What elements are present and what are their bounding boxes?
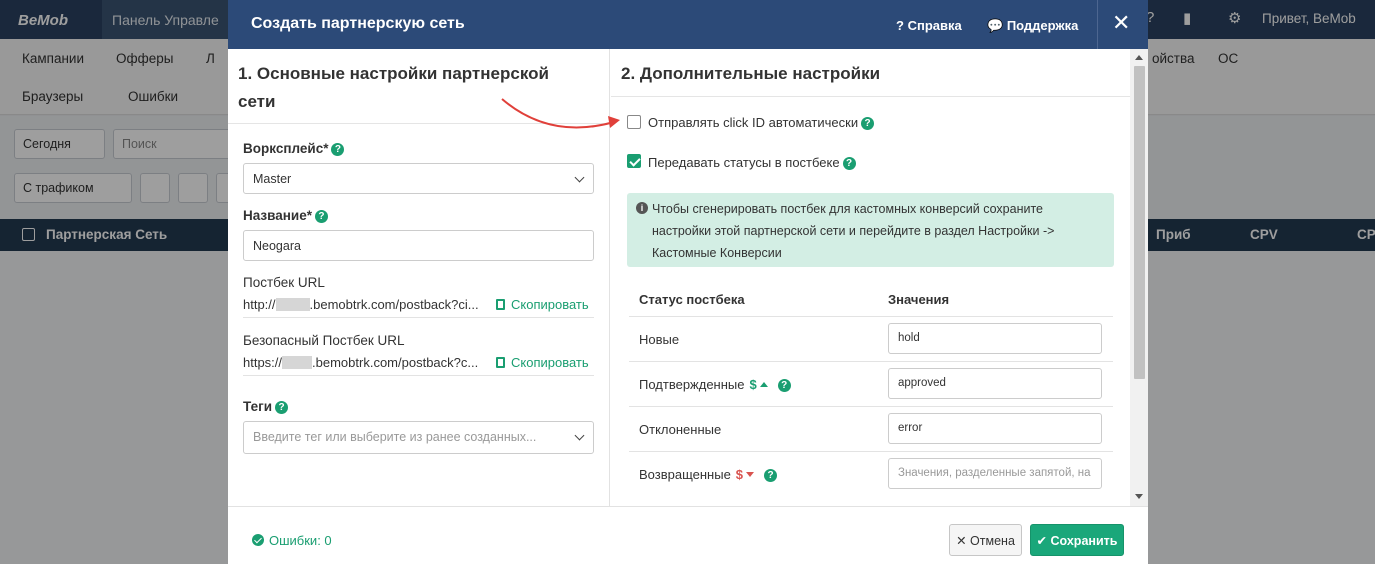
arrow-down-icon <box>746 472 755 477</box>
header-divider <box>1097 0 1098 49</box>
question-icon[interactable]: ? <box>764 469 778 482</box>
question-icon[interactable]: ? <box>275 401 289 414</box>
dollar-icon: $ <box>735 467 744 482</box>
chevron-down-icon <box>574 430 585 441</box>
question-icon[interactable]: ? <box>861 117 875 130</box>
scroll-up-icon[interactable] <box>1135 55 1143 60</box>
chat-icon: 💬 <box>987 18 1004 33</box>
masked-domain <box>275 298 310 311</box>
status-returned: Возвращенные $? <box>639 467 778 482</box>
info-icon: i <box>636 202 648 214</box>
table-row: Возвращенные $? Значения, разделенные зап… <box>629 451 1113 496</box>
question-icon[interactable]: ? <box>314 210 328 223</box>
masked-domain <box>282 356 313 369</box>
right-column-scrollbar[interactable] <box>1130 49 1148 506</box>
modal-title: Создать партнерскую сеть <box>251 15 465 32</box>
dollar-icon: $ <box>749 377 757 392</box>
postback-url-label: Постбек URL <box>243 275 325 290</box>
status-approved-input[interactable]: approved <box>888 368 1102 399</box>
postback-url-value: http://.bemobtrk.com/postback?ci... <box>243 297 479 312</box>
divider <box>228 123 610 124</box>
workspace-label: Ворксплейс*? <box>243 141 345 156</box>
scroll-thumb[interactable] <box>1134 66 1145 379</box>
table-row: Отклоненные error <box>629 406 1113 451</box>
table-row: Подтвержденные $? approved <box>629 361 1113 406</box>
pass-statuses-checkbox[interactable] <box>627 154 641 168</box>
status-approved: Подтвержденные $? <box>639 377 791 392</box>
cancel-button[interactable]: ✕ Отмена <box>949 524 1022 556</box>
close-icon[interactable]: ✕ <box>1112 10 1130 36</box>
divider <box>243 375 594 376</box>
basic-settings-title: 1. Основные настройки партнерской сети <box>238 64 549 111</box>
question-icon[interactable]: ? <box>331 143 345 156</box>
copy-icon <box>496 357 505 368</box>
copy-icon <box>496 299 505 310</box>
divider <box>243 317 594 318</box>
table-row: Новые hold <box>629 316 1113 361</box>
help-label: Справка <box>907 18 962 33</box>
status-rejected: Отклоненные <box>639 422 722 437</box>
status-column-header: Статус постбека <box>639 292 745 307</box>
copy-secure-postback-button[interactable]: Скопировать <box>496 355 589 370</box>
tags-select[interactable]: Введите тег или выберите из ранее создан… <box>243 421 594 454</box>
status-rejected-input[interactable]: error <box>888 413 1102 444</box>
values-column-header: Значения <box>888 292 950 307</box>
status-new-input[interactable]: hold <box>888 323 1102 354</box>
workspace-select[interactable]: Master <box>243 163 594 194</box>
status-returned-input[interactable]: Значения, разделенные запятой, на <box>888 458 1102 489</box>
pass-statuses-label: Передавать статусы в постбеке? <box>648 155 856 170</box>
copy-postback-button[interactable]: Скопировать <box>496 297 589 312</box>
support-label: Поддержка <box>1006 18 1079 33</box>
basic-settings-column: 1. Основные настройки партнерской сети В… <box>228 49 610 506</box>
support-link[interactable]: 💬 Поддержка <box>987 18 1078 34</box>
secure-postback-label: Безопасный Постбек URL <box>243 333 405 348</box>
help-link[interactable]: ? Справка <box>896 18 962 33</box>
errors-status: Ошибки: 0 <box>252 533 332 548</box>
check-circle-icon <box>252 534 264 546</box>
save-button[interactable]: ✔ Сохранить <box>1030 524 1124 556</box>
modal-header: Создать партнерскую сеть ? Справка 💬 Под… <box>228 0 1148 49</box>
send-click-id-label: Отправлять click ID автоматически? <box>648 115 875 130</box>
name-input[interactable]: Neogara <box>243 230 594 261</box>
secure-postback-value: https://.bemobtrk.com/postback?c... <box>243 355 479 370</box>
question-icon[interactable]: ? <box>842 157 856 170</box>
check-icon: ✔ <box>1036 534 1051 548</box>
chevron-down-icon <box>574 172 585 183</box>
name-label: Название*? <box>243 208 328 223</box>
status-new: Новые <box>639 332 680 347</box>
close-icon: ✕ <box>956 534 971 548</box>
create-affiliate-network-modal: Создать партнерскую сеть ? Справка 💬 Под… <box>228 0 1148 564</box>
help-icon: ? <box>896 18 904 33</box>
scroll-down-icon[interactable] <box>1135 494 1143 499</box>
custom-conversions-info: i Чтобы сгенерировать постбек для кастом… <box>627 193 1114 267</box>
question-icon[interactable]: ? <box>777 379 791 392</box>
send-click-id-checkbox[interactable] <box>627 115 641 129</box>
info-text: Чтобы сгенерировать постбек для кастомны… <box>652 202 1055 260</box>
tags-label: Теги? <box>243 399 289 414</box>
divider <box>611 96 1130 97</box>
arrow-up-icon <box>759 382 768 387</box>
additional-settings-title: 2. Дополнительные настройки <box>621 64 881 83</box>
modal-footer: Ошибки: 0 ✕ Отмена ✔ Сохранить <box>228 506 1148 564</box>
additional-settings-column: 2. Дополнительные настройки Отправлять c… <box>611 49 1130 506</box>
